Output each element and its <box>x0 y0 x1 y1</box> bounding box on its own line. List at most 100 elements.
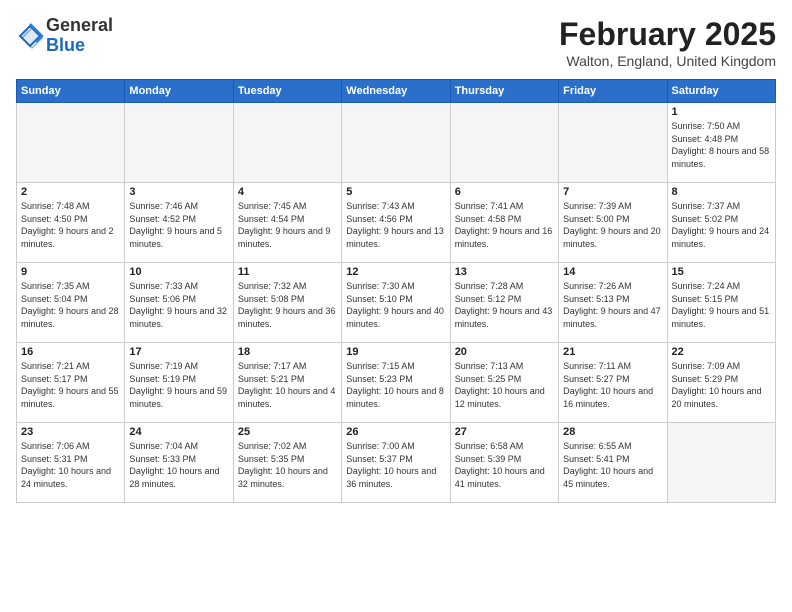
calendar-cell: 12Sunrise: 7:30 AM Sunset: 5:10 PM Dayli… <box>342 263 450 343</box>
location: Walton, England, United Kingdom <box>559 53 776 69</box>
day-info: Sunrise: 7:09 AM Sunset: 5:29 PM Dayligh… <box>672 360 771 410</box>
day-info: Sunrise: 7:35 AM Sunset: 5:04 PM Dayligh… <box>21 280 120 330</box>
calendar-table: Sunday Monday Tuesday Wednesday Thursday… <box>16 79 776 503</box>
calendar-cell: 3Sunrise: 7:46 AM Sunset: 4:52 PM Daylig… <box>125 183 233 263</box>
header: General Blue February 2025 Walton, Engla… <box>16 16 776 69</box>
calendar-week-2: 2Sunrise: 7:48 AM Sunset: 4:50 PM Daylig… <box>17 183 776 263</box>
calendar-cell: 10 Sunrise: 7:33 AM Sunset: 5:06 PM Dayli… <box>125 263 233 343</box>
col-friday: Friday <box>559 80 667 103</box>
calendar-cell <box>559 103 667 183</box>
day-info: Sunrise: 7:26 AM Sunset: 5:13 PM Dayligh… <box>563 280 662 330</box>
calendar-cell: 9 Sunrise: 7:35 AM Sunset: 5:04 PM Daylig… <box>17 263 125 343</box>
calendar-cell: 25 Sunrise: 7:02 AM Sunset: 5:35 PM Dayli… <box>233 423 341 503</box>
col-saturday: Saturday <box>667 80 775 103</box>
day-number: 6 <box>455 186 554 198</box>
day-number: 17 <box>129 346 228 358</box>
calendar-cell <box>233 103 341 183</box>
logo-blue: Blue <box>46 35 85 55</box>
calendar-cell: 17 Sunrise: 7:19 AM Sunset: 5:19 PM Dayli… <box>125 343 233 423</box>
day-number: 10 <box>129 266 228 278</box>
calendar-week-4: 16 Sunrise: 7:21 AM Sunset: 5:17 PM Dayli… <box>17 343 776 423</box>
page: General Blue February 2025 Walton, Engla… <box>0 0 792 612</box>
day-number: 5 <box>346 186 445 198</box>
day-number: 23 <box>21 426 120 438</box>
day-number: 9 <box>21 266 120 278</box>
day-info: Sunrise: 7:13 AM Sunset: 5:25 PM Dayligh… <box>455 360 554 410</box>
col-sunday: Sunday <box>17 80 125 103</box>
calendar-cell: 15Sunrise: 7:24 AM Sunset: 5:15 PM Dayli… <box>667 263 775 343</box>
day-number: 2 <box>21 186 120 198</box>
title-block: February 2025 Walton, England, United Ki… <box>559 16 776 69</box>
day-info: Sunrise: 7:45 AM Sunset: 4:54 PM Dayligh… <box>238 200 337 250</box>
calendar-cell: 14Sunrise: 7:26 AM Sunset: 5:13 PM Dayli… <box>559 263 667 343</box>
day-number: 7 <box>563 186 662 198</box>
calendar-cell: 6 Sunrise: 7:41 AM Sunset: 4:58 PM Daylig… <box>450 183 558 263</box>
calendar-cell: 20 Sunrise: 7:13 AM Sunset: 5:25 PM Dayli… <box>450 343 558 423</box>
calendar-cell: 8Sunrise: 7:37 AM Sunset: 5:02 PM Daylig… <box>667 183 775 263</box>
calendar-cell: 24 Sunrise: 7:04 AM Sunset: 5:33 PM Dayli… <box>125 423 233 503</box>
calendar-cell: 11 Sunrise: 7:32 AM Sunset: 5:08 PM Dayli… <box>233 263 341 343</box>
calendar-cell <box>667 423 775 503</box>
col-wednesday: Wednesday <box>342 80 450 103</box>
calendar-header-row: Sunday Monday Tuesday Wednesday Thursday… <box>17 80 776 103</box>
calendar-cell: 4Sunrise: 7:45 AM Sunset: 4:54 PM Daylig… <box>233 183 341 263</box>
day-number: 26 <box>346 426 445 438</box>
calendar-cell: 18 Sunrise: 7:17 AM Sunset: 5:21 PM Dayli… <box>233 343 341 423</box>
col-monday: Monday <box>125 80 233 103</box>
calendar-cell: 27Sunrise: 6:58 AM Sunset: 5:39 PM Dayli… <box>450 423 558 503</box>
logo-general: General <box>46 15 113 35</box>
calendar-week-3: 9 Sunrise: 7:35 AM Sunset: 5:04 PM Daylig… <box>17 263 776 343</box>
day-info: Sunrise: 7:19 AM Sunset: 5:19 PM Dayligh… <box>129 360 228 410</box>
calendar-body: 1 Sunrise: 7:50 AM Sunset: 4:48 PM Daylig… <box>17 103 776 503</box>
day-number: 16 <box>21 346 120 358</box>
day-info: Sunrise: 7:11 AM Sunset: 5:27 PM Dayligh… <box>563 360 662 410</box>
day-info: Sunrise: 6:55 AM Sunset: 5:41 PM Dayligh… <box>563 440 662 490</box>
day-info: Sunrise: 7:33 AM Sunset: 5:06 PM Dayligh… <box>129 280 228 330</box>
day-info: Sunrise: 7:15 AM Sunset: 5:23 PM Dayligh… <box>346 360 445 410</box>
logo-text: General Blue <box>46 16 113 56</box>
day-number: 25 <box>238 426 337 438</box>
calendar-cell: 13Sunrise: 7:28 AM Sunset: 5:12 PM Dayli… <box>450 263 558 343</box>
day-number: 24 <box>129 426 228 438</box>
calendar-cell: 22 Sunrise: 7:09 AM Sunset: 5:29 PM Dayli… <box>667 343 775 423</box>
calendar-cell: 19 Sunrise: 7:15 AM Sunset: 5:23 PM Dayli… <box>342 343 450 423</box>
day-number: 19 <box>346 346 445 358</box>
calendar-cell: 7 Sunrise: 7:39 AM Sunset: 5:00 PM Daylig… <box>559 183 667 263</box>
calendar-cell <box>125 103 233 183</box>
col-thursday: Thursday <box>450 80 558 103</box>
calendar-week-1: 1 Sunrise: 7:50 AM Sunset: 4:48 PM Daylig… <box>17 103 776 183</box>
day-info: Sunrise: 7:17 AM Sunset: 5:21 PM Dayligh… <box>238 360 337 410</box>
day-info: Sunrise: 7:43 AM Sunset: 4:56 PM Dayligh… <box>346 200 445 250</box>
day-number: 20 <box>455 346 554 358</box>
day-info: Sunrise: 7:39 AM Sunset: 5:00 PM Dayligh… <box>563 200 662 250</box>
day-info: Sunrise: 7:46 AM Sunset: 4:52 PM Dayligh… <box>129 200 228 250</box>
day-number: 18 <box>238 346 337 358</box>
day-info: Sunrise: 7:30 AM Sunset: 5:10 PM Dayligh… <box>346 280 445 330</box>
logo-icon <box>16 22 44 50</box>
calendar-cell <box>17 103 125 183</box>
calendar-cell: 28 Sunrise: 6:55 AM Sunset: 5:41 PM Dayli… <box>559 423 667 503</box>
calendar-cell: 16 Sunrise: 7:21 AM Sunset: 5:17 PM Dayli… <box>17 343 125 423</box>
calendar-cell: 23 Sunrise: 7:06 AM Sunset: 5:31 PM Dayli… <box>17 423 125 503</box>
day-info: Sunrise: 7:41 AM Sunset: 4:58 PM Dayligh… <box>455 200 554 250</box>
day-number: 28 <box>563 426 662 438</box>
calendar-cell: 2Sunrise: 7:48 AM Sunset: 4:50 PM Daylig… <box>17 183 125 263</box>
day-info: Sunrise: 7:32 AM Sunset: 5:08 PM Dayligh… <box>238 280 337 330</box>
day-number: 22 <box>672 346 771 358</box>
day-info: Sunrise: 7:04 AM Sunset: 5:33 PM Dayligh… <box>129 440 228 490</box>
day-number: 15 <box>672 266 771 278</box>
day-number: 1 <box>672 106 771 118</box>
calendar-cell: 26Sunrise: 7:00 AM Sunset: 5:37 PM Dayli… <box>342 423 450 503</box>
day-info: Sunrise: 7:28 AM Sunset: 5:12 PM Dayligh… <box>455 280 554 330</box>
calendar-cell <box>342 103 450 183</box>
day-info: Sunrise: 7:50 AM Sunset: 4:48 PM Dayligh… <box>672 120 771 170</box>
logo: General Blue <box>16 16 113 56</box>
day-info: Sunrise: 6:58 AM Sunset: 5:39 PM Dayligh… <box>455 440 554 490</box>
day-info: Sunrise: 7:06 AM Sunset: 5:31 PM Dayligh… <box>21 440 120 490</box>
day-info: Sunrise: 7:21 AM Sunset: 5:17 PM Dayligh… <box>21 360 120 410</box>
day-number: 21 <box>563 346 662 358</box>
day-number: 11 <box>238 266 337 278</box>
day-info: Sunrise: 7:02 AM Sunset: 5:35 PM Dayligh… <box>238 440 337 490</box>
calendar-cell <box>450 103 558 183</box>
month-title: February 2025 <box>559 16 776 53</box>
